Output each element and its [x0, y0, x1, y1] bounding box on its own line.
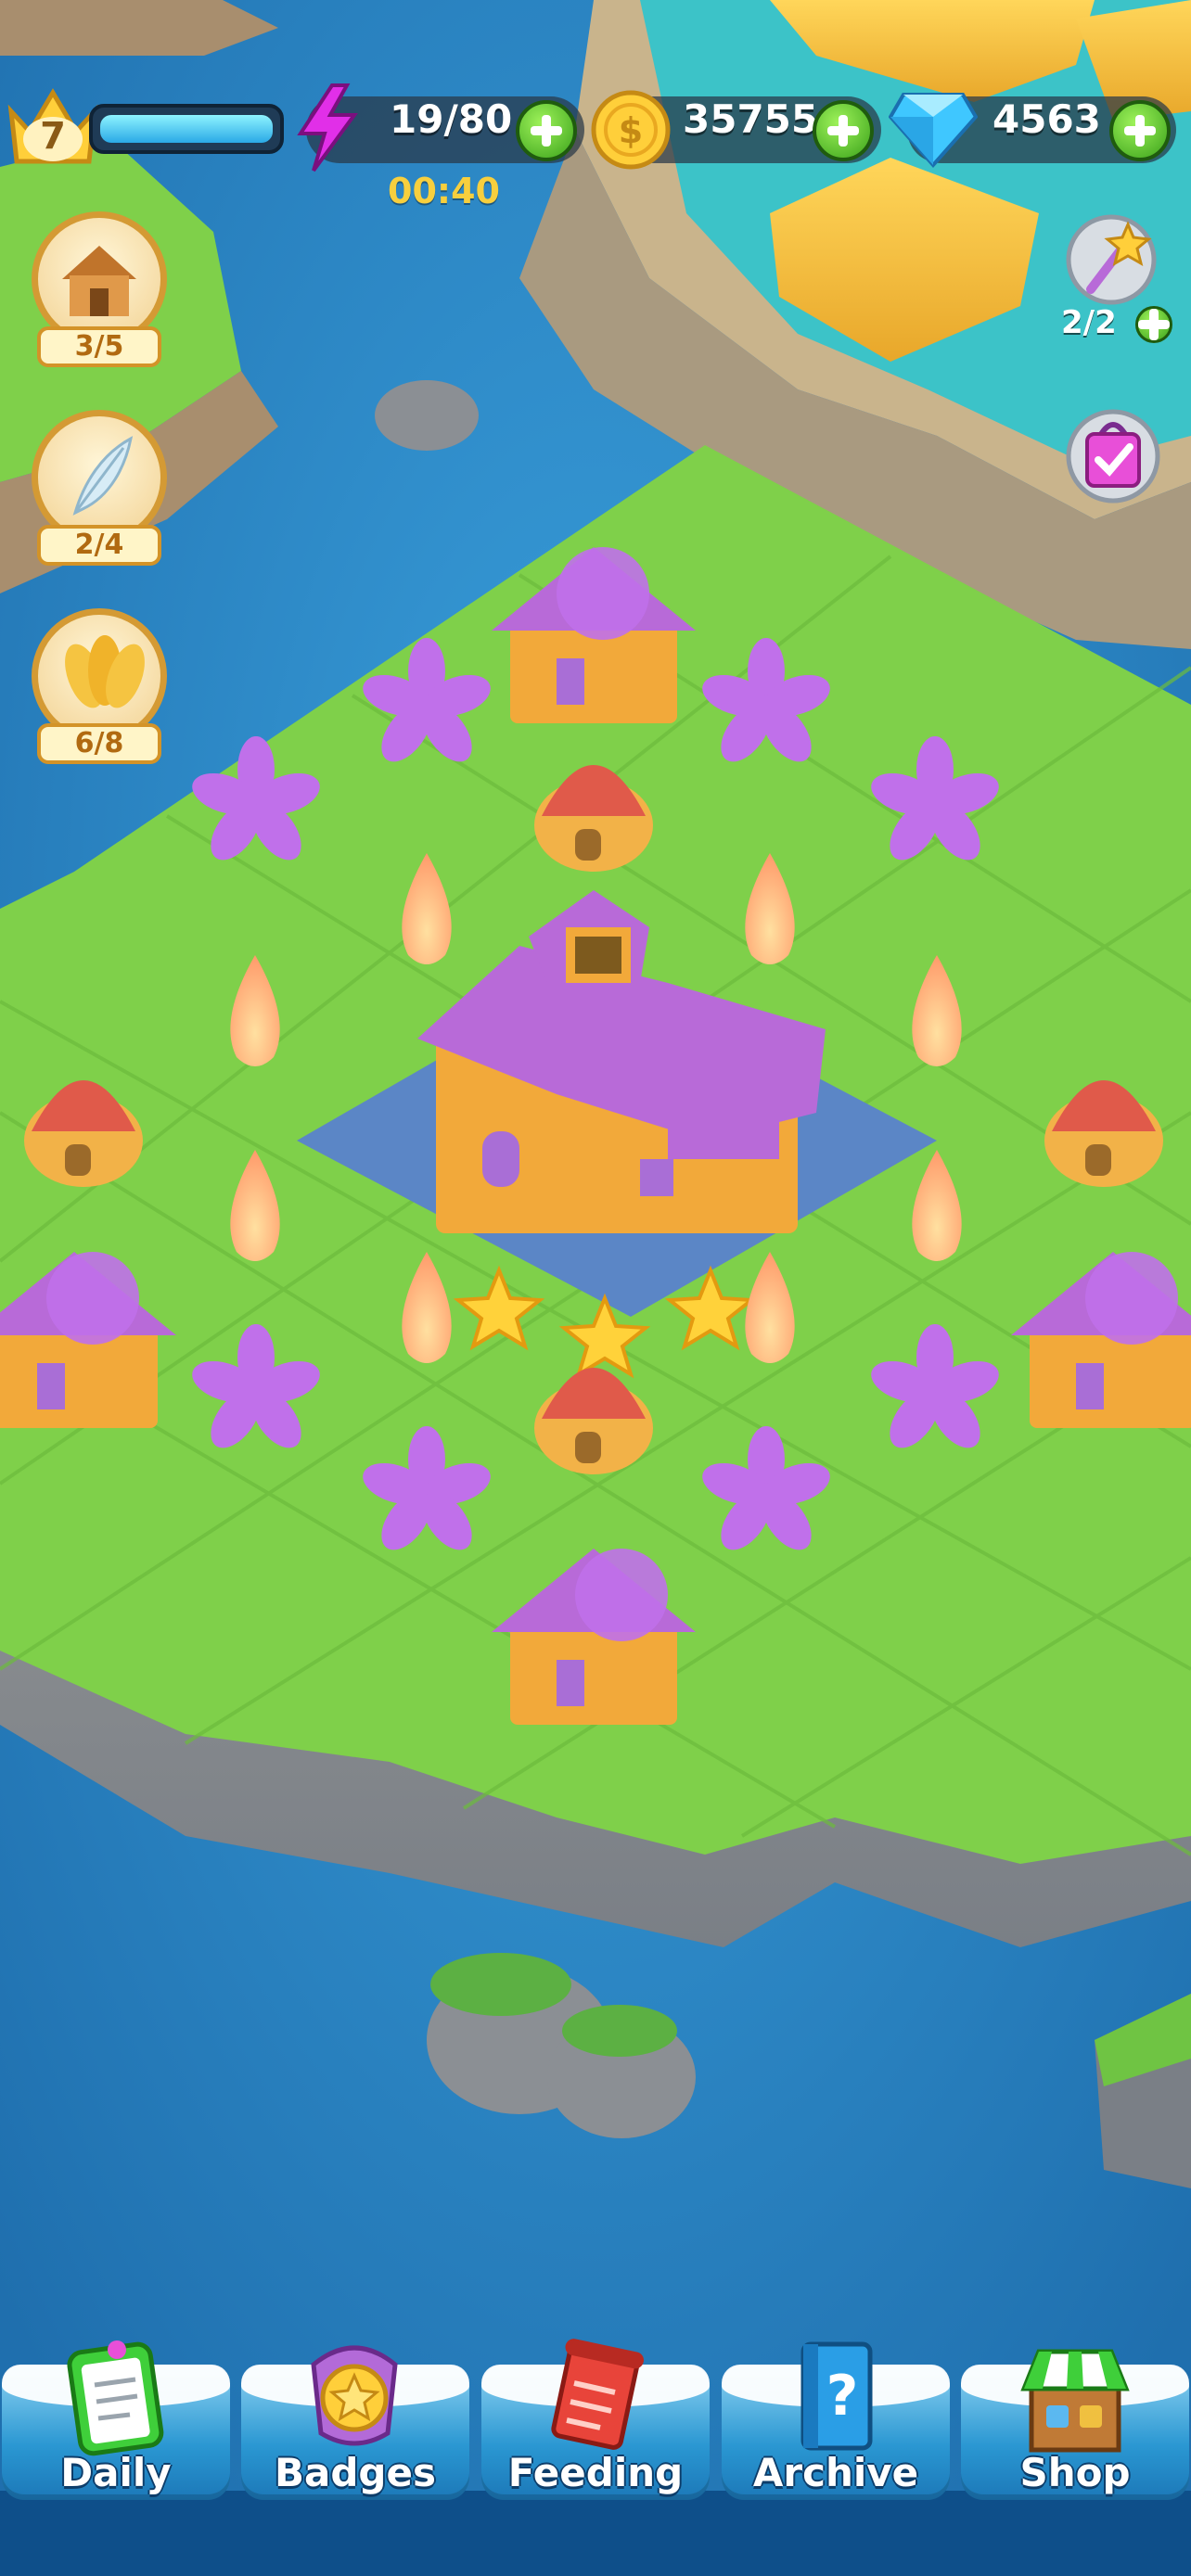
- task-bag-button[interactable]: [1065, 404, 1161, 506]
- game-world[interactable]: [0, 0, 1191, 2576]
- lightning-icon: [297, 83, 358, 172]
- nav-badges[interactable]: Badges: [241, 2337, 469, 2500]
- wood-house-goal[interactable]: 3/5: [32, 211, 167, 367]
- wand-count: 2/2: [1061, 304, 1117, 341]
- badge-icon: [311, 2345, 398, 2446]
- question-book-icon: ?: [800, 2341, 873, 2451]
- nav-badges-label: Badges: [275, 2450, 436, 2495]
- nav-feeding[interactable]: Feeding: [481, 2337, 710, 2500]
- magic-wand-icon: [1066, 214, 1157, 305]
- clipboard-icon: [67, 2340, 164, 2456]
- svg-text:$: $: [619, 110, 643, 151]
- feather-goal[interactable]: 2/4: [32, 410, 167, 566]
- add-gems-button[interactable]: [1109, 100, 1171, 161]
- coin-icon: $: [591, 90, 671, 170]
- gem-value: 4563: [992, 96, 1101, 142]
- coin-value: 35755: [683, 96, 819, 142]
- nav-archive-label: Archive: [752, 2450, 919, 2495]
- shopping-bag-icon: [1066, 409, 1160, 504]
- nav-shop[interactable]: Shop: [961, 2337, 1189, 2500]
- energy-timer: 00:40: [388, 171, 500, 211]
- xp-bar-fill: [100, 115, 273, 143]
- scroll-icon: [551, 2339, 645, 2450]
- magic-wand-button[interactable]: [1063, 211, 1159, 313]
- nav-feeding-label: Feeding: [507, 2450, 684, 2495]
- wood-house-count: 3/5: [37, 326, 161, 367]
- wheat-goal[interactable]: 6/8: [32, 608, 167, 764]
- level-number: 7: [40, 115, 66, 158]
- add-wand-button[interactable]: [1135, 306, 1172, 343]
- energy-value: 19/80: [390, 96, 513, 142]
- add-coins-button[interactable]: [813, 100, 874, 161]
- shop-stall-icon: [1020, 2349, 1130, 2453]
- feather-count: 2/4: [37, 525, 161, 566]
- nav-daily-label: Daily: [60, 2450, 172, 2495]
- wheat-count: 6/8: [37, 723, 161, 764]
- diamond-icon: [889, 93, 978, 169]
- svg-text:?: ?: [826, 2364, 859, 2429]
- bottom-bar: [0, 2491, 1191, 2576]
- nav-shop-label: Shop: [1019, 2450, 1131, 2495]
- rock: [375, 380, 479, 451]
- xp-bar: [89, 104, 284, 154]
- nav-daily[interactable]: Daily: [2, 2337, 230, 2500]
- add-energy-button[interactable]: [516, 100, 577, 161]
- nav-archive[interactable]: ? Archive: [722, 2337, 950, 2500]
- level-badge[interactable]: 7: [4, 76, 102, 169]
